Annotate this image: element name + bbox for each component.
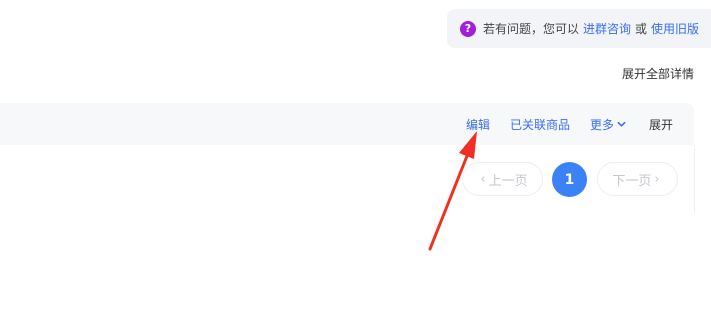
- edit-button[interactable]: 编辑: [466, 116, 490, 133]
- linked-products-button[interactable]: 已关联商品: [510, 116, 570, 133]
- chevron-right-icon: ›: [654, 171, 660, 187]
- chevron-down-icon: [617, 121, 626, 127]
- question-circle-icon: ?: [460, 20, 476, 37]
- more-dropdown-button[interactable]: 更多: [590, 116, 626, 133]
- more-label: 更多: [590, 118, 615, 132]
- chevron-left-icon: ‹: [480, 171, 486, 187]
- help-banner: ? 若有问题，您可以 进群咨询 或 使用旧版: [447, 9, 711, 48]
- card-border: [694, 145, 695, 213]
- expand-button[interactable]: 展开: [649, 116, 673, 133]
- help-or-text: 或: [635, 22, 648, 36]
- page-number-current[interactable]: 1: [552, 162, 587, 197]
- join-group-consult-link[interactable]: 进群咨询: [583, 20, 631, 37]
- prev-page-label: 上一页: [488, 173, 528, 189]
- prev-page-button[interactable]: ‹ 上一页: [462, 162, 543, 196]
- page: ? 若有问题，您可以 进群咨询 或 使用旧版 展开全部详情 编辑 已关联商品 更…: [0, 0, 711, 320]
- use-old-version-link[interactable]: 使用旧版: [651, 20, 699, 37]
- arrow-shaft: [428, 154, 469, 251]
- help-text: 若有问题，您可以: [483, 22, 580, 36]
- annotation-arrow: [428, 131, 477, 251]
- next-page-label: 下一页: [612, 173, 652, 189]
- expand-all-details-button[interactable]: 展开全部详情: [622, 65, 694, 82]
- next-page-button[interactable]: 下一页 ›: [597, 162, 678, 196]
